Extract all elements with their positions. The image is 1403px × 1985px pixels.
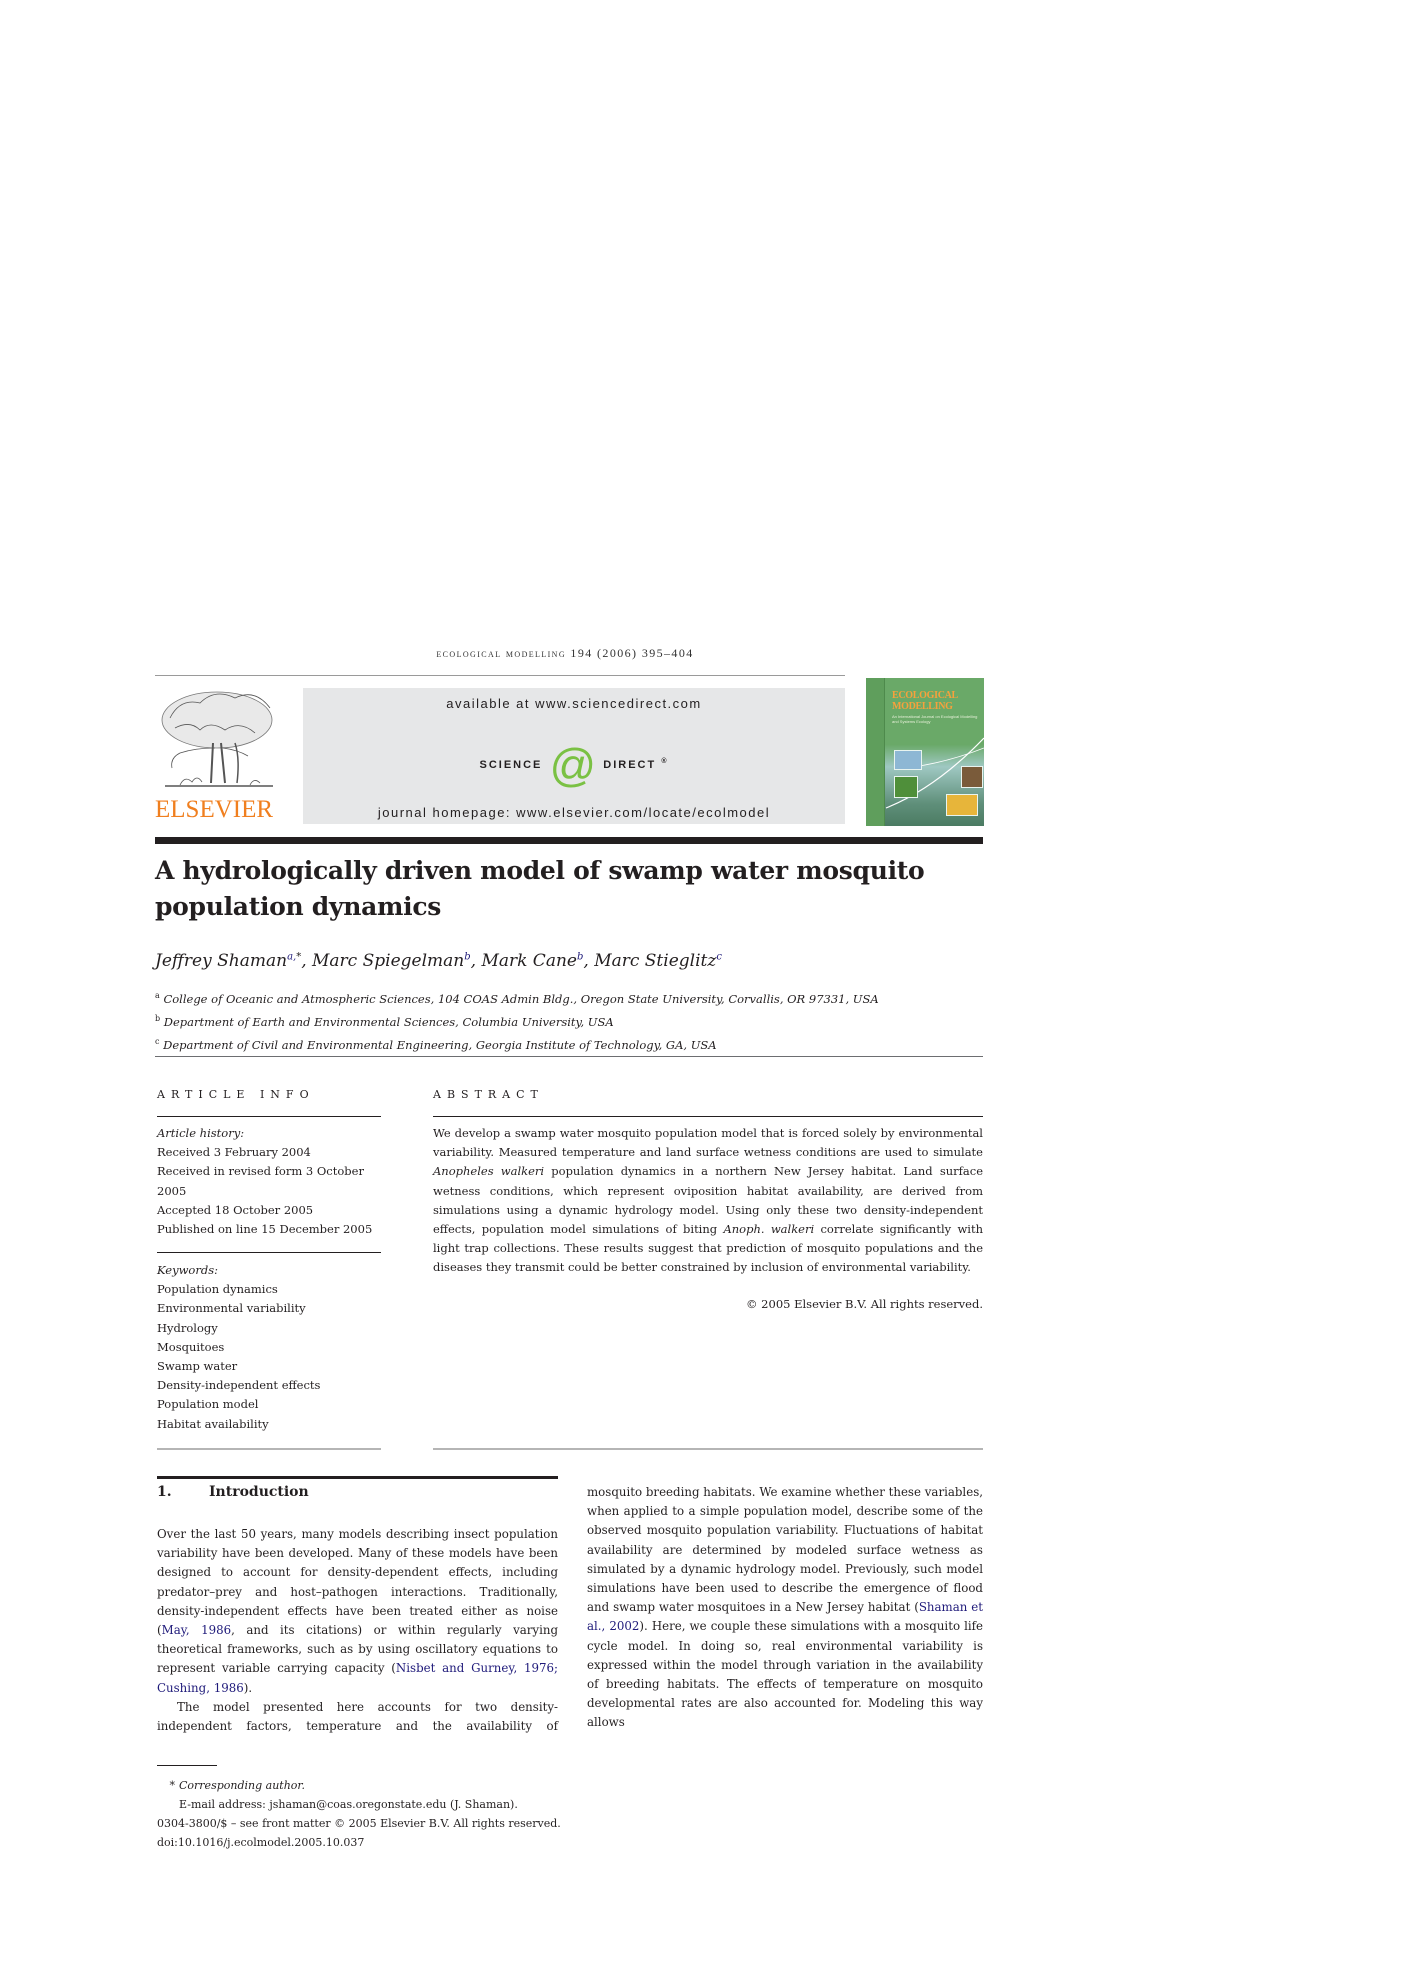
tree-icon <box>161 691 273 787</box>
corresponding-label: Corresponding author. <box>179 1779 305 1792</box>
section-title: Introduction <box>209 1484 309 1500</box>
header-thick-rule <box>155 837 983 844</box>
body-column-left: Over the last 50 years, many models desc… <box>157 1525 558 1736</box>
keyword-item: Environmental variability <box>157 1301 306 1316</box>
affiliation-key: b <box>155 1013 161 1023</box>
history-label: Article history: <box>157 1126 245 1140</box>
cover-photo-people <box>961 766 983 788</box>
affiliation-rule <box>155 1056 983 1057</box>
doi-link[interactable]: doi:10.1016/j.ecolmodel.2005.10.037 <box>157 1833 657 1852</box>
journal-citation-line: ecological modelling 194 (2006) 395–404 <box>436 646 694 660</box>
cover-photo-birds <box>894 750 922 770</box>
journal-homepage-link[interactable]: journal homepage: www.elsevier.com/locat… <box>303 805 845 820</box>
registered-mark: ® <box>661 758 669 766</box>
author-name[interactable]: Mark Cane <box>481 951 577 971</box>
article-info-rule <box>157 1116 381 1117</box>
keyword-item: Density-independent effects <box>157 1378 321 1393</box>
header-rule <box>155 675 845 676</box>
history-item: Published on line 15 December 2005 <box>157 1222 373 1237</box>
history-item: Accepted 18 October 2005 <box>157 1202 314 1217</box>
affiliation-key: a <box>155 991 160 1000</box>
author-separator: , <box>470 951 482 971</box>
author-name[interactable]: Marc Stieglitz <box>594 951 716 971</box>
sciencedirect-logo: SCIENCE @ DIRECT ® <box>303 742 845 792</box>
keywords-label: Keywords: <box>157 1263 218 1277</box>
article-info-bottom-rule <box>157 1448 381 1450</box>
keyword-item: Population model <box>157 1397 259 1412</box>
footnotes: * Corresponding author. E-mail address: j… <box>157 1776 657 1852</box>
abstract-segment: We develop a swamp water mosquito popula… <box>433 1126 983 1160</box>
text-segment: ). <box>243 1680 253 1695</box>
author-name[interactable]: Jeffrey Shaman <box>155 951 287 971</box>
author-name[interactable]: Marc Spiegelman <box>312 951 464 971</box>
paragraph-continuation: mosquito breeding habitats. We examine w… <box>587 1483 983 1733</box>
author-separator: , <box>583 951 595 971</box>
available-at-link[interactable]: available at www.sciencedirect.com <box>303 696 845 711</box>
journal-cover-image: ECOLOGICAL MODELLING An International Jo… <box>866 678 984 826</box>
corresponding-author-note: * Corresponding author. <box>157 1776 657 1795</box>
text-segment: ). Here, we couple these simulations wit… <box>587 1619 984 1730</box>
elsevier-wordmark: ELSEVIER <box>155 796 274 823</box>
affiliation-text: College of Oceanic and Atmospheric Scien… <box>163 991 879 1006</box>
species-name: Anoph. walkeri <box>723 1222 815 1237</box>
section-number: 1. <box>157 1484 172 1500</box>
keyword-item: Mosquitoes <box>157 1339 225 1354</box>
species-name: Anopheles walkeri <box>433 1164 545 1179</box>
article-history: Article history: Received 3 February 200… <box>157 1124 382 1239</box>
text-segment: mosquito breeding habitats. We examine w… <box>587 1485 983 1615</box>
abstract-text: We develop a swamp water mosquito popula… <box>433 1124 983 1278</box>
keywords-rule <box>157 1252 381 1253</box>
article-title: A hydrologically driven model of swamp w… <box>155 856 925 921</box>
paragraph: Over the last 50 years, many models desc… <box>157 1525 558 1698</box>
sciencedirect-at-icon: @ <box>549 739 597 791</box>
affiliation-item: a College of Oceanic and Atmospheric Sci… <box>155 986 985 1009</box>
history-item: Received 3 February 2004 <box>157 1145 311 1160</box>
body-column-right: mosquito breeding habitats. We examine w… <box>587 1483 983 1733</box>
front-matter-note: 0304-3800/$ – see front matter © 2005 El… <box>157 1817 561 1830</box>
abstract-rule <box>433 1116 983 1117</box>
cover-photo-butterfly <box>894 776 918 798</box>
keyword-item: Swamp water <box>157 1359 238 1374</box>
author-separator: , <box>301 951 313 971</box>
article-info-heading: ARTICLE INFO <box>157 1088 315 1101</box>
author-list: Jeffrey Shamana,*, Marc Spiegelmanb, Mar… <box>155 951 975 971</box>
email-note[interactable]: E-mail address: jshaman@coas.oregonstate… <box>157 1795 657 1814</box>
keywords-list: Keywords: Population dynamics Environmen… <box>157 1261 382 1434</box>
abstract-heading: ABSTRACT <box>433 1088 544 1101</box>
affiliation-text: Department of Earth and Environmental Sc… <box>163 1014 614 1029</box>
keyword-item: Population dynamics <box>157 1282 278 1297</box>
abstract-copyright: © 2005 Elsevier B.V. All rights reserved… <box>746 1297 983 1311</box>
sciencedirect-left-word: SCIENCE <box>479 759 543 771</box>
footnote-rule <box>157 1765 217 1766</box>
citation-link[interactable]: May, 1986 <box>162 1623 231 1637</box>
affiliation-list: a College of Oceanic and Atmospheric Sci… <box>155 986 985 1054</box>
section-heading-introduction: 1. Introduction <box>157 1484 309 1500</box>
affiliation-text: Department of Civil and Environmental En… <box>163 1037 717 1052</box>
footnote-mark: * <box>169 1779 176 1792</box>
cover-photo-sunflower <box>946 794 978 816</box>
keyword-item: Habitat availability <box>157 1416 269 1431</box>
affiliation-key: c <box>155 1036 160 1046</box>
text-segment: Over the last 50 years, many models desc… <box>157 1527 558 1638</box>
author-affil-mark: c <box>716 951 722 963</box>
section-rule <box>157 1476 558 1479</box>
author-affil-mark: a, <box>287 951 297 963</box>
affiliation-item: c Department of Civil and Environmental … <box>155 1032 985 1055</box>
paragraph-continued: The model presented here accounts for tw… <box>157 1699 558 1734</box>
affiliation-item: b Department of Earth and Environmental … <box>155 1009 985 1032</box>
sciencedirect-right-word: DIRECT <box>603 759 657 771</box>
abstract-bottom-rule <box>433 1448 983 1450</box>
history-item: Received in revised form 3 October 2005 <box>157 1164 364 1198</box>
keyword-item: Hydrology <box>157 1320 218 1335</box>
